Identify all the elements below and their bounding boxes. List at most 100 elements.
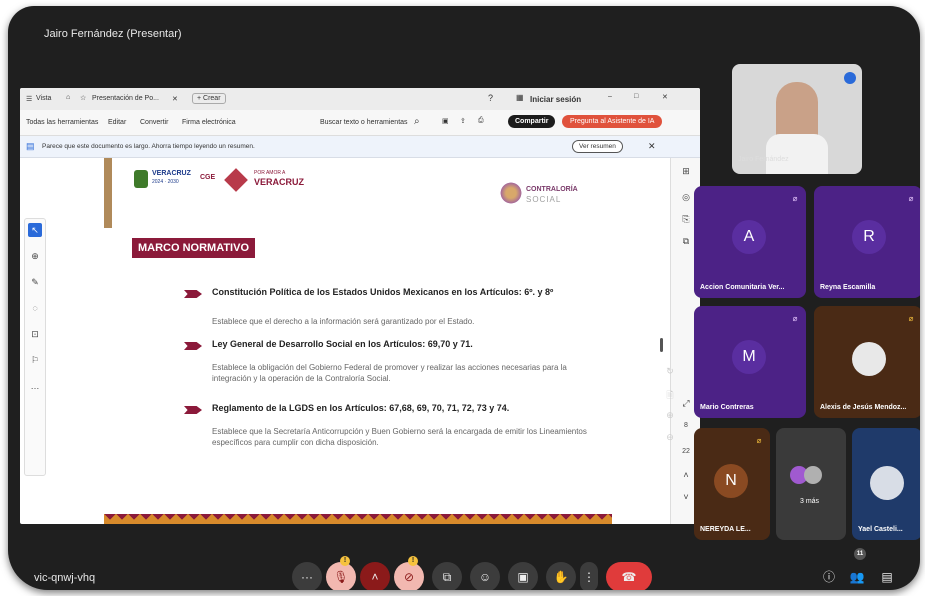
page-accent-bar (104, 158, 112, 228)
file-icon[interactable]: 🗎 (664, 388, 676, 404)
present-button[interactable]: ▣ (508, 562, 538, 590)
home-icon[interactable]: ⌂ (66, 94, 70, 101)
contraloria-emblem (500, 180, 522, 206)
people-icon[interactable]: 👥 (842, 562, 872, 590)
maximize-button[interactable]: □ (634, 93, 638, 100)
summary-notice: ▤ Parece que este documento es largo. Ah… (20, 136, 700, 158)
decorative-border (104, 514, 612, 524)
participant-tile[interactable]: ⌀ N NEREYDA LE... (694, 428, 770, 540)
presenter-figure (776, 82, 818, 142)
avatar: A (732, 220, 766, 254)
avatar: R (852, 220, 886, 254)
chat-icon[interactable]: ▤ (872, 562, 902, 590)
notice-close-icon[interactable]: ✕ (648, 141, 656, 152)
raise-hand-button[interactable]: ✋ (546, 562, 576, 590)
participant-tile[interactable]: ⌀ M Mario Contreras (694, 306, 806, 418)
chevron-up-icon[interactable]: ˄ (360, 562, 390, 590)
search-tools[interactable]: Buscar texto o herramientas (320, 119, 408, 126)
zoom-in-icon[interactable]: ⊕ (664, 410, 676, 421)
page-scrollbar[interactable] (660, 338, 663, 352)
participant-tile[interactable]: ⌀ R Reyna Escamilla (814, 186, 920, 298)
pdf-page: VERACRUZ 2024 · 2030 CGE POR AMOR A VERA… (104, 158, 612, 524)
acrobat-toolbar: Todas las herramientas Editar Convertir … (20, 110, 700, 136)
info-icon[interactable]: ⓘ (814, 562, 844, 590)
avatar-photo (870, 466, 904, 500)
print-icon[interactable]: ⎙ (478, 117, 484, 125)
presenter-title: Jairo Fernández (Presentar) (44, 28, 182, 40)
view-label[interactable]: Vista (36, 95, 51, 102)
mic-off-icon: ⌀ (908, 314, 914, 323)
comment-icon[interactable]: ⊞ (679, 166, 693, 177)
lasso-tool-icon[interactable]: ◌ (28, 301, 42, 315)
more-options-button[interactable]: ⋮ (580, 562, 598, 590)
tab-document[interactable]: Presentación de Po... (92, 95, 159, 102)
avatar: N (714, 464, 748, 498)
zoom-tool-icon[interactable]: ⊕ (28, 249, 42, 263)
pen-tool-icon[interactable]: ✎ (28, 275, 42, 289)
close-window-button[interactable]: ✕ (662, 93, 668, 101)
item-title-2: Ley General de Desarrollo Social en los … (212, 339, 473, 349)
view-summary-button[interactable]: Ver resumen (572, 140, 623, 153)
apps-icon[interactable]: ▦ (516, 93, 524, 102)
edit-menu[interactable]: Editar (108, 119, 126, 126)
participant-name: Reyna Escamilla (820, 284, 876, 291)
participant-name: Accion Comunitaria Ver... (700, 284, 785, 291)
all-tools-menu[interactable]: Todas las herramientas (26, 119, 98, 126)
upload-icon[interactable]: ⇪ (460, 117, 466, 125)
page-number: 8 (684, 422, 688, 429)
camera-off-button[interactable]: ⊘ (394, 562, 424, 590)
more-reactions-button[interactable]: ··· (292, 562, 322, 590)
item-title-1: Constitución Política de los Estados Uni… (212, 287, 554, 297)
ai-icon[interactable]: ◎ (679, 192, 693, 203)
notice-text: Parece que este documento es largo. Ahor… (42, 143, 255, 150)
mic-off-icon: ⌀ (792, 194, 798, 203)
mic-off-button[interactable]: 🎙 (326, 562, 356, 590)
section-heading: MARCO NORMATIVO (132, 238, 256, 258)
text-tool-icon[interactable]: ⊡ (28, 327, 42, 341)
convert-menu[interactable]: Convertir (140, 119, 168, 126)
expand-icon[interactable]: ⤢ (679, 398, 693, 409)
logo-contraloria: CONTRALORÍA (526, 186, 578, 193)
menu-icon[interactable]: ☰ (26, 95, 32, 103)
item-title-3: Reglamento de la LGDS en los Artículos: … (212, 403, 510, 413)
refresh-icon[interactable]: ↻ (664, 366, 676, 377)
browser-titlebar: ☰ Vista ⌂ ☆ Presentación de Po... ✕ + Cr… (20, 88, 700, 110)
ai-assistant-button[interactable]: Pregunta al Asistente de IA (562, 115, 663, 128)
meet-control-bar: vic-qnwj-vhq ··· 🎙 ! ˄ ⊘ ! ⧉ ☺ ▣ ✋ ⋮ ☎ ⓘ… (8, 548, 920, 590)
select-tool-icon[interactable]: ↖ (28, 223, 42, 237)
participant-tile[interactable]: ⌀ Alexis de Jesús Mendoz... (814, 306, 920, 418)
share-button[interactable]: Compartir (508, 115, 556, 128)
star-icon[interactable]: ☆ (80, 94, 86, 102)
mic-warning-badge: ! (340, 556, 350, 566)
stamp-tool-icon[interactable]: ⚐ (28, 353, 42, 367)
page-up-icon[interactable]: ˄ (679, 470, 693, 480)
emoji-button[interactable]: ☺ (470, 562, 500, 590)
tab-close-icon[interactable]: ✕ (172, 95, 178, 103)
meet-window: Jairo Fernández (Presentar) ☰ Vista ⌂ ☆ … (8, 6, 920, 590)
signin-link[interactable]: Iniciar sesión (530, 95, 581, 104)
page-total: 22 (682, 448, 690, 455)
mic-off-icon: ⌀ (908, 194, 914, 203)
bookmark-icon[interactable]: ⎘ (679, 214, 693, 225)
end-call-button[interactable]: ☎ (606, 562, 652, 590)
search-icon[interactable]: ⌕ (414, 116, 420, 127)
participant-tile[interactable]: Yael Casteli... (852, 428, 920, 540)
save-icon[interactable]: ▣ (442, 117, 449, 125)
help-icon[interactable]: ? (488, 93, 493, 103)
captions-button[interactable]: ⧉ (432, 562, 462, 590)
new-tab-button[interactable]: + Crear (192, 93, 226, 104)
page-down-icon[interactable]: ˅ (679, 492, 693, 502)
participant-name: Mario Contreras (700, 404, 754, 411)
esign-menu[interactable]: Firma electrónica (182, 119, 236, 126)
minimize-button[interactable]: – (608, 93, 612, 100)
participant-name: NEREYDA LE... (700, 526, 751, 533)
participant-tile[interactable]: ⌀ A Accion Comunitaria Ver... (694, 186, 806, 298)
more-tools-icon[interactable]: … (28, 379, 42, 393)
item-desc-1: Establece que el derecho a la informació… (212, 317, 475, 326)
presenter-video-tile[interactable]: Jairo Fernández (732, 64, 862, 174)
avatar (804, 466, 822, 484)
pages-icon[interactable]: ⧉ (679, 236, 693, 247)
participant-name: Yael Casteli... (858, 526, 903, 533)
more-participants-tile[interactable]: 3 más (776, 428, 846, 540)
zoom-out-icon[interactable]: ⊖ (664, 432, 676, 443)
